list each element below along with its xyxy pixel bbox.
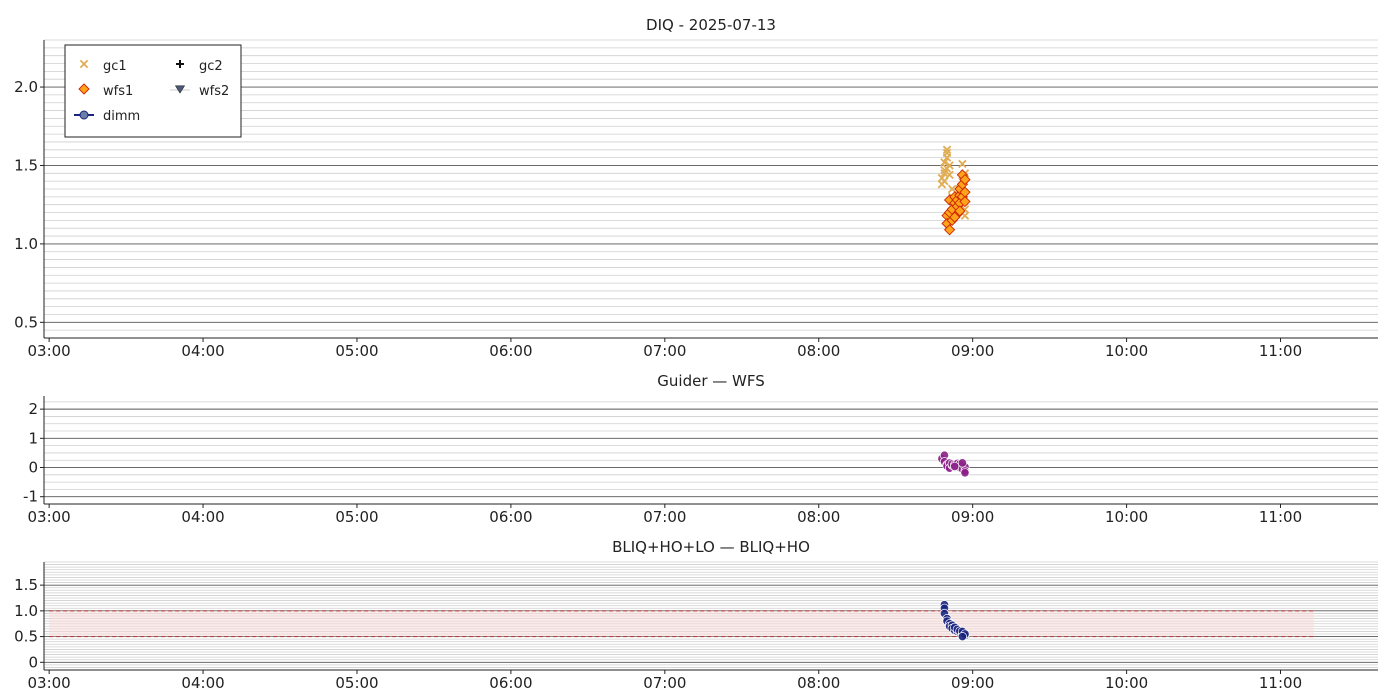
diq-figure: DIQ - 2025-07-13 0.5 1.0 1.5 2.0 03:00 04:00 05…: [0, 0, 1400, 700]
x-tick-label: 03:00: [28, 674, 71, 692]
x-tick-label: 10:00: [1105, 674, 1148, 692]
x-tick-label: 08:00: [797, 674, 840, 692]
series-points-1: [937, 450, 970, 478]
y-tick-label: 0.5: [14, 313, 38, 331]
y-tick-label: -1: [23, 488, 38, 506]
legend-marker: [79, 110, 89, 120]
x-tick-label: 05:00: [335, 508, 378, 526]
x-tick-label: 04:00: [181, 342, 224, 360]
data-point: [958, 159, 967, 169]
y-tick-label: 1.0: [14, 602, 38, 620]
x-tick-label: 05:00: [335, 674, 378, 692]
chart-panel-1: DIQ - 2025-07-13 0.5 1.0 1.5 2.0 03:00 04:00 05…: [14, 16, 1378, 360]
x-tick-label: 08:00: [797, 508, 840, 526]
x-tick-label: 06:00: [489, 508, 532, 526]
chart-title: DIQ - 2025-07-13: [646, 16, 776, 34]
target-band: [49, 610, 1314, 637]
gridlines: [44, 401, 1378, 505]
x-tick-label: 07:00: [643, 674, 686, 692]
gridlines: [44, 39, 1378, 339]
y-tick-label: 0: [28, 653, 38, 671]
y-tick-label: 1.5: [14, 156, 38, 174]
y-tick-label: 2.0: [14, 78, 38, 96]
data-point: [950, 461, 960, 471]
x-tick-label: 04:00: [181, 508, 224, 526]
y-tick-label: 0.5: [14, 628, 38, 646]
x-tick-label: 06:00: [489, 674, 532, 692]
y-tick-label: 2: [28, 400, 38, 418]
legend: gc1 gc2 wfs1 wfs2 dimm: [64, 44, 242, 138]
legend-label: dimm: [103, 109, 140, 124]
chart-panel-3: BLIQ+HO+LO — BLIQ+HO 0 0.5 1.0 1.5 03:00 04:00…: [14, 538, 1378, 692]
data-point: [957, 632, 967, 642]
legend-label: wfs2: [199, 84, 229, 99]
x-tick-label: 11:00: [1259, 508, 1302, 526]
legend-label: wfs1: [103, 84, 133, 99]
legend-label: gc1: [103, 59, 127, 74]
chart-panel-2: Guider — WFS -1 0 1 2 03:00 04:00 05:00 06:00 07:…: [23, 372, 1378, 526]
data-point: [957, 458, 967, 468]
x-tick-label: 09:00: [951, 674, 994, 692]
x-tick-label: 04:00: [181, 674, 224, 692]
chart-title: Guider — WFS: [657, 372, 764, 390]
x-tick-label: 06:00: [489, 342, 532, 360]
x-tick-label: 08:00: [797, 342, 840, 360]
x-tick-label: 10:00: [1105, 508, 1148, 526]
chart-canvas: DIQ - 2025-07-13 0.5 1.0 1.5 2.0 03:00 04:00 05…: [14, 16, 1378, 692]
chart-title: BLIQ+HO+LO — BLIQ+HO: [612, 538, 810, 556]
x-tick-label: 07:00: [643, 508, 686, 526]
y-tick-label: 1.0: [14, 235, 38, 253]
y-tick-label: 0: [28, 459, 38, 477]
y-tick-label: 1.5: [14, 576, 38, 594]
x-tick-label: 10:00: [1105, 342, 1148, 360]
x-tick-label: 09:00: [951, 508, 994, 526]
data-point: [960, 468, 970, 478]
legend-label: gc2: [199, 59, 223, 74]
x-tick-label: 09:00: [951, 342, 994, 360]
x-tick-label: 11:00: [1259, 342, 1302, 360]
x-tick-label: 05:00: [335, 342, 378, 360]
x-tick-label: 07:00: [643, 342, 686, 360]
x-tick-label: 03:00: [28, 508, 71, 526]
x-tick-label: 03:00: [28, 342, 71, 360]
y-tick-label: 1: [28, 429, 38, 447]
x-tick-label: 11:00: [1259, 674, 1302, 692]
